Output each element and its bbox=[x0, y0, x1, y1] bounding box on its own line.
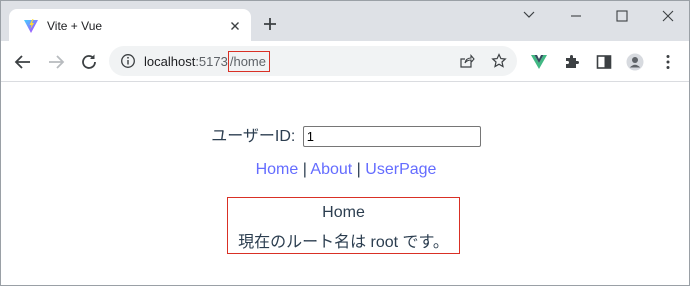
puzzle-icon[interactable] bbox=[563, 53, 581, 71]
nav-separator: | bbox=[352, 161, 366, 178]
share-icon[interactable] bbox=[459, 53, 475, 69]
userid-input[interactable] bbox=[302, 126, 481, 148]
nav-separator: | bbox=[298, 161, 311, 178]
userid-row: ユーザーID: bbox=[1, 122, 689, 148]
forward-arrow-icon[interactable] bbox=[45, 51, 67, 73]
address-bar[interactable]: localhost:5173/home bbox=[109, 46, 517, 76]
chevron-down-icon[interactable] bbox=[506, 1, 552, 31]
minimize-icon[interactable] bbox=[553, 1, 599, 31]
url-path: /home bbox=[227, 51, 270, 72]
side-panel-icon[interactable] bbox=[595, 53, 613, 71]
userid-label: ユーザーID: bbox=[211, 128, 296, 145]
url-host: localhost bbox=[144, 54, 196, 69]
url-port: :5173 bbox=[195, 54, 228, 69]
browser-window: Vite + Vue localhost:5173 /home ユーザーID: … bbox=[0, 0, 690, 286]
back-arrow-icon[interactable] bbox=[12, 51, 34, 73]
page-content: ユーザーID: Home | About | UserPage Home 現在の… bbox=[1, 82, 689, 285]
url-text[interactable]: localhost:5173/home bbox=[144, 51, 270, 72]
vite-favicon-icon bbox=[24, 19, 38, 33]
router-view-box: Home 現在のルート名は root です。 bbox=[227, 197, 460, 254]
window-close-icon[interactable] bbox=[645, 1, 690, 31]
tab-title: Vite + Vue bbox=[47, 19, 103, 33]
maximize-icon[interactable] bbox=[599, 1, 645, 31]
nav-link-home[interactable]: Home bbox=[256, 161, 299, 178]
star-icon[interactable] bbox=[491, 53, 507, 69]
nav-link-about[interactable]: About bbox=[310, 161, 352, 178]
info-icon[interactable] bbox=[120, 53, 136, 69]
profile-icon[interactable] bbox=[626, 53, 644, 71]
tab-strip: Vite + Vue bbox=[1, 1, 690, 43]
reload-icon[interactable] bbox=[78, 51, 100, 73]
vue-devtools-icon[interactable] bbox=[530, 53, 548, 71]
route-message: 現在のルート名は root です。 bbox=[238, 234, 449, 251]
browser-toolbar: localhost:5173/home bbox=[1, 41, 689, 82]
plus-icon[interactable] bbox=[261, 15, 279, 33]
nav-link-userpage[interactable]: UserPage bbox=[365, 161, 436, 178]
router-nav: Home | About | UserPage bbox=[1, 161, 689, 179]
route-title: Home bbox=[322, 204, 365, 221]
kebab-menu-icon[interactable] bbox=[659, 53, 677, 71]
browser-tab[interactable]: Vite + Vue bbox=[9, 9, 251, 43]
close-icon[interactable] bbox=[227, 18, 243, 34]
